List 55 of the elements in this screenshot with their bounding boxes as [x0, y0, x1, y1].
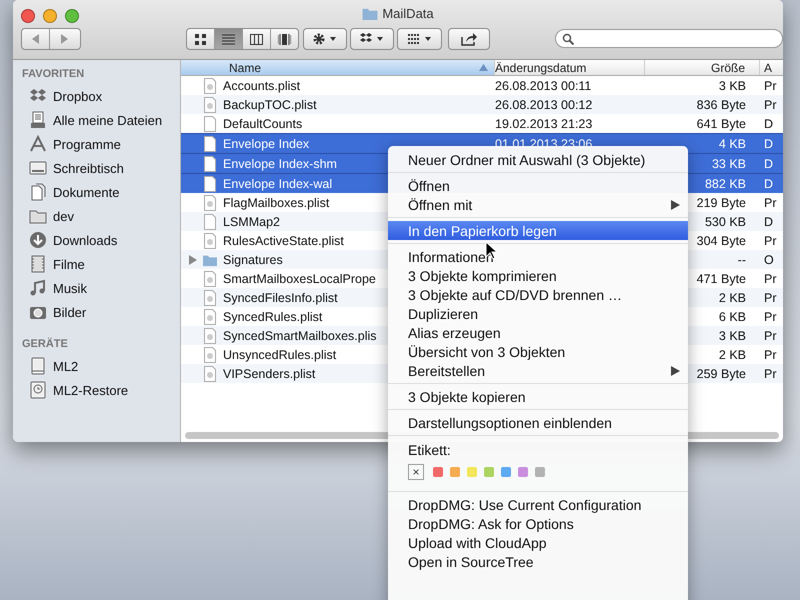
table-cell: Pr	[764, 328, 776, 342]
table-cell: Pr	[764, 366, 776, 380]
size-cell: 641 Byte	[696, 116, 746, 130]
size-cell: 882 KB	[704, 176, 746, 190]
table-cell: D	[764, 116, 774, 130]
size-cell: 3 KB	[718, 78, 746, 92]
file-name: Signatures	[223, 252, 283, 266]
table-cell: Pr	[764, 272, 776, 286]
file-name: UnsyncedRules.plist	[223, 348, 336, 362]
file-name: Envelope Index	[223, 136, 310, 150]
table-cell: Pr	[764, 290, 776, 304]
table-cell: Pr	[764, 78, 776, 92]
size-cell: 33 KB	[712, 156, 746, 170]
label-heading: Etikett:	[408, 442, 452, 458]
size-cell: 219 Byte	[696, 196, 746, 210]
file-name: SyncedFilesInfo.plist	[223, 290, 338, 304]
table-cell: Pr	[764, 196, 776, 210]
size-cell: 6 KB	[718, 310, 746, 324]
sidebar-heading: FAVORITEN	[21, 68, 86, 82]
file-name: FlagMailboxes.plist	[223, 196, 330, 210]
window-title: MailData	[382, 6, 434, 21]
size-cell: 530 KB	[704, 214, 746, 228]
table-cell: D	[764, 156, 774, 170]
table-cell: Pr	[764, 310, 776, 324]
size-cell: 259 Byte	[696, 366, 746, 380]
file-name: DefaultCounts	[223, 116, 302, 130]
file-name: Envelope Index-wal	[223, 176, 332, 190]
size-cell: 836 Byte	[696, 98, 746, 112]
table-cell: D	[764, 214, 774, 228]
file-name: Accounts.plist	[223, 78, 300, 92]
size-cell: 2 KB	[718, 290, 746, 304]
table-cell: D	[764, 176, 774, 190]
date-cell: 26.08.2013 00:11	[495, 78, 592, 92]
date-cell: 26.08.2013 00:12	[495, 98, 592, 112]
table-cell: Pr	[764, 234, 776, 248]
size-cell: 3 KB	[718, 328, 746, 342]
file-name: RulesActiveState.plist	[223, 234, 344, 248]
table-cell: Pr	[764, 348, 776, 362]
sidebar-heading: GERÄTE	[21, 338, 69, 352]
file-name: Envelope Index-shm	[223, 156, 337, 170]
size-cell: 304 Byte	[696, 234, 746, 248]
file-name: LSMMap2	[223, 214, 280, 228]
file-name: SmartMailboxesLocalPrope	[223, 272, 376, 286]
file-name: SyncedRules.plist	[223, 310, 322, 324]
date-cell: 19.02.2013 21:23	[495, 116, 592, 130]
file-name: SyncedSmartMailboxes.plis	[223, 328, 377, 342]
size-cell: 4 KB	[718, 136, 746, 150]
file-name: BackupTOC.plist	[223, 98, 317, 112]
size-cell: 2 KB	[718, 348, 746, 362]
table-cell: Pr	[764, 98, 776, 112]
size-cell: 471 Byte	[696, 272, 746, 286]
table-cell: O	[764, 252, 774, 266]
table-cell: D	[764, 136, 774, 150]
size-cell: --	[738, 252, 746, 266]
file-name: VIPSenders.plist	[223, 366, 316, 380]
